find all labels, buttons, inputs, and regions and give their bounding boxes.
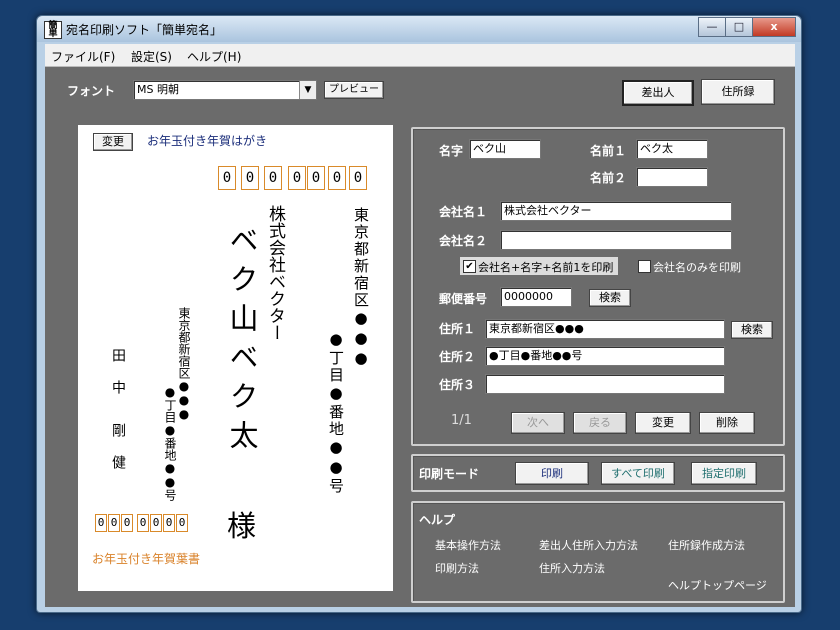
postcard-preview: 変更 お年玉付き年賀はがき 0 0 0 0 0 0 0 東京都新宿区●●● ●丁… bbox=[78, 125, 393, 591]
company1-label: 会社名１ bbox=[439, 205, 488, 219]
minimize-button[interactable]: — bbox=[698, 17, 726, 37]
honorific: 様 bbox=[227, 509, 257, 543]
help-panel: ヘルプ 基本操作方法 差出人住所入力方法 住所録作成方法 印刷方法 住所入力方法… bbox=[411, 501, 785, 603]
main-area: フォント MS 明朝 ▼ プレビュー 差出人 住所録 変更 お年玉付き年賀はがき… bbox=[45, 67, 795, 607]
print-selected-button[interactable]: 指定印刷 bbox=[691, 462, 757, 485]
address3-label: 住所３ bbox=[439, 378, 476, 392]
address2-input[interactable]: ●丁目●番地●●号 bbox=[485, 346, 725, 366]
app-window: 簡単 宛名印刷ソフト「簡単宛名」 — □ x ファイル(F) 設定(S) ヘルプ… bbox=[36, 15, 802, 613]
font-select-value: MS 明朝 bbox=[137, 83, 179, 96]
card-footer-text: お年玉付き年賀葉書 bbox=[92, 552, 201, 566]
print-button[interactable]: 印刷 bbox=[515, 462, 589, 485]
check1-label: 会社名+名字+名前1を印刷 bbox=[478, 261, 614, 274]
font-select[interactable]: MS 明朝 ▼ bbox=[133, 80, 317, 100]
sender-address-line1: 東京都新宿区●●● bbox=[177, 307, 191, 421]
help-link-address-input[interactable]: 住所入力方法 bbox=[539, 560, 605, 576]
record-change-button[interactable]: 変更 bbox=[635, 412, 691, 434]
name1-label: 名前１ bbox=[590, 144, 627, 158]
recipient-zip-digit: 0 bbox=[241, 166, 259, 190]
surname-label: 名字 bbox=[439, 144, 464, 158]
title-bar[interactable]: 簡単 宛名印刷ソフト「簡単宛名」 — □ x bbox=[37, 16, 801, 42]
font-label: フォント bbox=[67, 84, 116, 98]
next-button[interactable]: 次へ bbox=[511, 412, 565, 434]
sender-button[interactable]: 差出人 bbox=[622, 80, 694, 106]
recipient-zip-digit: 0 bbox=[349, 166, 367, 190]
help-link-addressbook[interactable]: 住所録作成方法 bbox=[668, 537, 745, 553]
help-link-top[interactable]: ヘルプトップページ bbox=[668, 577, 767, 593]
checkbox-checked-icon[interactable]: ✔ bbox=[463, 260, 476, 273]
recipient-zip-digit: 0 bbox=[307, 166, 325, 190]
sender-zip-digit: 0 bbox=[108, 514, 120, 532]
help-label: ヘルプ bbox=[419, 513, 456, 527]
recipient-zip-digit: 0 bbox=[264, 166, 282, 190]
addressbook-button[interactable]: 住所録 bbox=[701, 79, 775, 105]
print-mode-panel: 印刷モード 印刷 すべて印刷 指定印刷 bbox=[411, 454, 785, 492]
checkbox-empty-icon[interactable] bbox=[638, 260, 651, 273]
sender-zip-digit: 0 bbox=[121, 514, 133, 532]
recipient-address-line1: 東京都新宿区●●● bbox=[352, 207, 370, 369]
sender-zip-digit: 0 bbox=[150, 514, 162, 532]
check2-label: 会社名のみを印刷 bbox=[653, 261, 741, 274]
sender-zip-digit: 0 bbox=[163, 514, 175, 532]
card-change-button[interactable]: 変更 bbox=[93, 133, 133, 151]
company2-label: 会社名２ bbox=[439, 234, 488, 248]
recipient-address-line2: ●丁目●番地●●号 bbox=[327, 330, 345, 495]
sender-address-line2: ●丁目●番地●●号 bbox=[163, 385, 177, 501]
sender-name-last: 剛健 bbox=[110, 423, 126, 487]
name2-label: 名前２ bbox=[590, 171, 627, 185]
preview-button[interactable]: プレビュー bbox=[324, 81, 384, 99]
recipient-zip-digit: 0 bbox=[218, 166, 236, 190]
address1-label: 住所１ bbox=[439, 322, 476, 336]
close-button[interactable]: x bbox=[752, 17, 796, 37]
sender-zip-digit: 0 bbox=[95, 514, 107, 532]
zip-search-button[interactable]: 検索 bbox=[589, 289, 631, 307]
name1-input[interactable]: ベク太 bbox=[636, 139, 708, 159]
address2-label: 住所２ bbox=[439, 350, 476, 364]
delete-button[interactable]: 削除 bbox=[699, 412, 755, 434]
sender-zip-digit: 0 bbox=[176, 514, 188, 532]
check-company-surname-name[interactable]: ✔ 会社名+名字+名前1を印刷 bbox=[460, 257, 618, 275]
menu-settings[interactable]: 設定(S) bbox=[131, 48, 172, 65]
menu-help[interactable]: ヘルプ(H) bbox=[187, 48, 241, 65]
menu-file[interactable]: ファイル(F) bbox=[51, 48, 115, 65]
sender-name-first: 田中 bbox=[110, 348, 126, 412]
maximize-button[interactable]: □ bbox=[725, 17, 753, 37]
recipient-company: 株式会社ベクター bbox=[265, 205, 285, 341]
address-form-panel: 名字 ベク山 名前１ ベク太 名前２ 会社名１ 株式会社ベクター 会社名２ ✔ … bbox=[411, 127, 785, 446]
app-icon: 簡単 bbox=[44, 21, 62, 39]
window-title: 宛名印刷ソフト「簡単宛名」 bbox=[66, 23, 223, 37]
company2-input[interactable] bbox=[500, 230, 732, 250]
help-link-printing[interactable]: 印刷方法 bbox=[435, 560, 479, 576]
help-link-sender-address[interactable]: 差出人住所入力方法 bbox=[539, 537, 638, 553]
check-company-only[interactable]: 会社名のみを印刷 bbox=[635, 257, 755, 275]
recipient-zip-digit: 0 bbox=[328, 166, 346, 190]
print-mode-label: 印刷モード bbox=[419, 467, 480, 481]
print-all-button[interactable]: すべて印刷 bbox=[601, 462, 675, 485]
back-button[interactable]: 戻る bbox=[573, 412, 627, 434]
page-indicator: 1/1 bbox=[451, 413, 472, 428]
chevron-down-icon[interactable]: ▼ bbox=[299, 81, 316, 99]
sender-zip-digit: 0 bbox=[137, 514, 149, 532]
help-link-basic[interactable]: 基本操作方法 bbox=[435, 537, 501, 553]
company1-input[interactable]: 株式会社ベクター bbox=[500, 201, 732, 221]
zip-input[interactable]: 0000000 bbox=[500, 287, 572, 307]
zip-label: 郵便番号 bbox=[439, 292, 488, 306]
address-search-button[interactable]: 検索 bbox=[731, 321, 773, 339]
address1-input[interactable]: 東京都新宿区●●● bbox=[485, 319, 725, 339]
name2-input[interactable] bbox=[636, 167, 708, 187]
card-type: お年玉付き年賀はがき bbox=[147, 134, 268, 148]
address3-input[interactable] bbox=[485, 374, 725, 394]
surname-input[interactable]: ベク山 bbox=[469, 139, 541, 159]
recipient-zip-digit: 0 bbox=[288, 166, 306, 190]
recipient-name: ベク山ベク太 bbox=[225, 225, 259, 459]
menu-bar: ファイル(F) 設定(S) ヘルプ(H) bbox=[45, 44, 795, 67]
